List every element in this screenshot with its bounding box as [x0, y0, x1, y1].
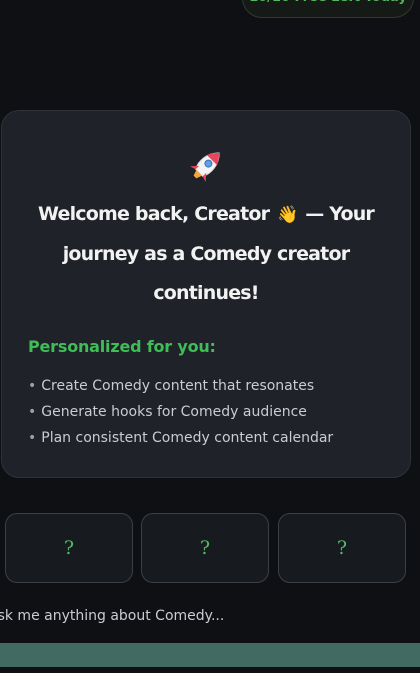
rocket-icon [190, 152, 220, 182]
welcome-heading: Welcome back, Creator 👋 — Your journey a… [28, 195, 384, 313]
personalized-item-label: Create Comedy content that resonates [41, 378, 315, 394]
list-item: • Plan consistent Comedy content calendar [28, 425, 333, 451]
personalized-heading: Personalized for you: [28, 337, 216, 356]
welcome-heading-start: Welcome back, Creator [38, 203, 270, 225]
progress-bar [0, 643, 420, 667]
chat-input[interactable]: Ask me anything about Comedy... [0, 600, 408, 632]
personalized-list: • Create Comedy content that resonates • G… [28, 373, 333, 451]
bullet-icon: • [28, 378, 37, 394]
list-item: • Create Comedy content that resonates [28, 373, 333, 399]
personalized-item-label: Plan consistent Comedy content calendar [41, 430, 334, 446]
list-item: • Generate hooks for Comedy audience [28, 399, 333, 425]
bullet-icon: • [28, 430, 37, 446]
welcome-card: Welcome back, Creator 👋 — Your journey a… [1, 110, 411, 478]
app-root: 10/10 Free Left Today Welcome back, Crea… [0, 0, 420, 673]
quick-question-button[interactable]: ? [141, 513, 269, 583]
personalized-item-label: Generate hooks for Comedy audience [41, 404, 307, 420]
quick-question-button[interactable]: ? [278, 513, 406, 583]
free-uses-badge: 10/10 Free Left Today [242, 0, 414, 18]
waving-hand-icon: 👋 [277, 205, 298, 225]
quick-question-button[interactable]: ? [5, 513, 133, 583]
bullet-icon: • [28, 404, 37, 420]
